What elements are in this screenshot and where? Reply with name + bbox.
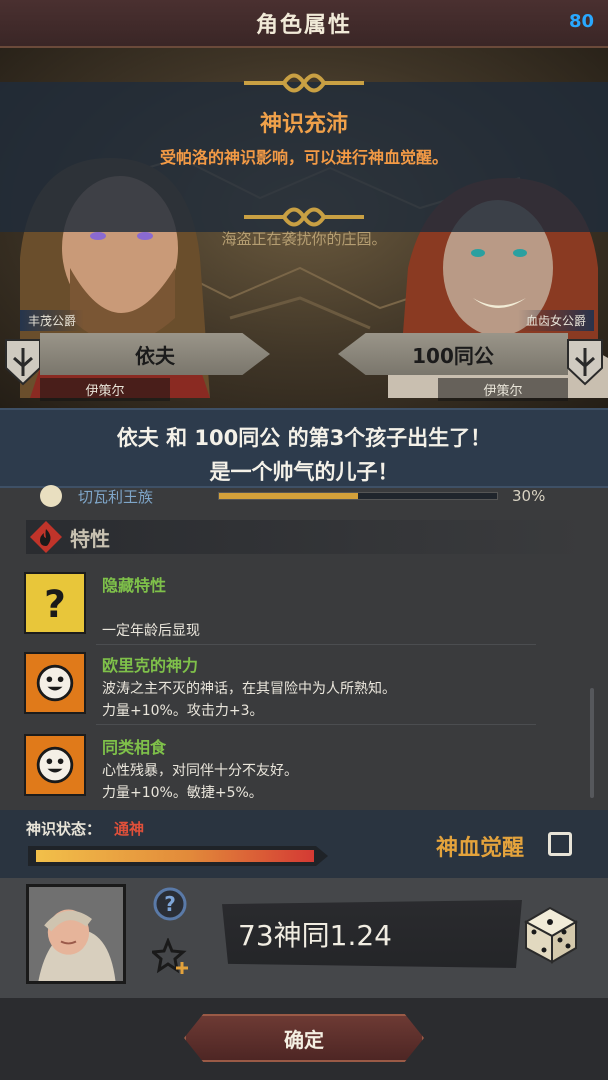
left-noble-title: 丰茂公爵 (20, 310, 85, 331)
trait-divider (96, 644, 536, 645)
svg-text:?: ? (164, 892, 176, 916)
trait-item-hidden[interactable]: ? 隐藏特性 一定年龄后显现 (24, 572, 596, 645)
right-noble-title: 血齿女公爵 (517, 310, 594, 331)
flame-icon (30, 521, 62, 553)
trait-name: 欧里克的神力 (102, 656, 199, 675)
trait-effect: 一定年龄后显现 (102, 623, 200, 639)
trait-effect: 力量+10%。攻击力+3。 (102, 703, 264, 719)
svg-text:?: ? (44, 582, 66, 626)
trait-name: 隐藏特性 (102, 576, 167, 595)
left-noble-name: 依夫 (40, 333, 270, 375)
smiley-icon (24, 652, 86, 714)
question-icon: ? (24, 572, 86, 634)
right-noble-region: 伊策尔 (438, 378, 568, 401)
left-crest-icon[interactable] (4, 338, 42, 386)
traits-scrollbar[interactable] (590, 688, 594, 798)
child-name-field[interactable]: 73神同1.24 (222, 900, 522, 968)
child-portrait[interactable] (26, 884, 126, 984)
banner-subtitle: 受帕洛的神识影响，可以进行神血觉醒。 (159, 148, 448, 167)
title-bar: 角色属性 80 (0, 0, 608, 48)
blood-awaken-label: 神血觉醒 (436, 836, 525, 861)
birth-line-1: 依夫 和 100同公 的第3个孩子出生了！ (116, 426, 492, 450)
blood-awaken-checkbox[interactable] (548, 832, 572, 856)
trait-divider (96, 724, 536, 725)
banner-headline: 神识充沛 (259, 112, 348, 137)
favorite-star-icon[interactable] (152, 938, 190, 976)
awakening-status: 神识状态： 通神 神血觉醒 (0, 810, 608, 878)
trait-item-divine-power[interactable]: 欧里克的神力 波涛之主不灭的神话，在其冒险中为人所熟知。 力量+10%。攻击力+… (24, 652, 596, 725)
traits-section-header: 特性 (26, 520, 586, 554)
ornament-knot-icon (244, 73, 364, 93)
right-noble-name: 100同公 (338, 333, 568, 375)
faction-progress-fill (219, 493, 358, 499)
help-icon[interactable]: ? (152, 886, 188, 922)
trait-name: 同类相食 (102, 738, 167, 757)
birth-message: 依夫 和 100同公 的第3个孩子出生了！ 是一个帅气的儿子！ (0, 408, 608, 488)
child-panel: ? 73神同1.24 (0, 878, 608, 998)
trait-description: 心性残暴，对同伴十分不友好。 (102, 763, 298, 779)
left-noble-region: 伊策尔 (40, 378, 170, 401)
smiley-icon (24, 734, 86, 796)
scene-notice: 海盗正在袭扰你的庄园。 (221, 230, 387, 248)
awakening-progress-bar (28, 846, 328, 866)
faction-name: 切瓦利王族 (78, 487, 154, 506)
faction-percent: 30% (512, 487, 546, 505)
traits-section-title: 特性 (70, 526, 110, 551)
faction-progress-bar (218, 492, 498, 500)
awakening-banner: 神识充沛 受帕洛的神识影响，可以进行神血觉醒。 (0, 73, 608, 232)
traits-panel[interactable]: 切瓦利王族 30% 特性 ? 隐藏特性 一定年龄后显现 欧里克的神力 波涛之主不… (0, 485, 608, 810)
faction-row: 切瓦利王族 30% (40, 485, 600, 507)
dice-icon[interactable] (516, 900, 582, 966)
birth-line-2: 是一个帅气的儿子！ (209, 460, 399, 484)
trait-description: 波涛之主不灭的神话，在其冒险中为人所熟知。 (102, 681, 396, 697)
faction-mask-icon (40, 485, 62, 507)
status-label: 神识状态： (26, 820, 102, 838)
trait-item-cannibalism[interactable]: 同类相食 心性残暴，对同伴十分不友好。 力量+10%。敏捷+5%。 (24, 734, 596, 806)
awakening-progress-fill (36, 850, 314, 862)
confirm-button[interactable]: 确定 (184, 1014, 424, 1062)
event-scene: 神识充沛 受帕洛的神识影响，可以进行神血觉醒。 海盗正在袭扰你的庄园。 丰茂公爵… (0, 48, 608, 408)
page-title: 角色属性 (255, 13, 352, 38)
status-value: 通神 (114, 820, 145, 838)
right-crest-icon[interactable] (566, 338, 604, 386)
footer: 确定 (0, 998, 608, 1080)
trait-effect: 力量+10%。敏捷+5%。 (102, 785, 263, 801)
fps-counter: 80 (568, 11, 594, 32)
